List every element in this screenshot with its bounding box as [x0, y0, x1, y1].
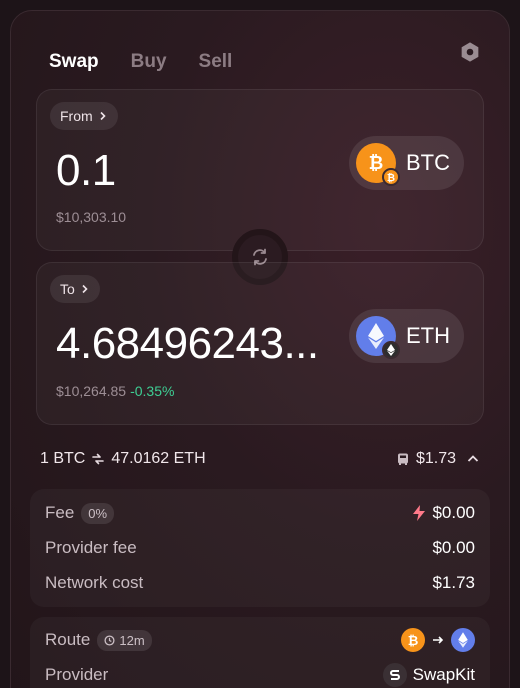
to-fiat-value: $10,264.85 -0.35%: [56, 383, 175, 399]
network-cost-value: $1.73: [432, 573, 475, 592]
provider-fee-value: $0.00: [432, 538, 475, 557]
to-token-symbol: ETH: [406, 323, 450, 348]
provider-name: SwapKit: [412, 665, 475, 684]
chevron-right-icon: [100, 111, 106, 121]
route-details: Route 12m ₿ Provider SwapKit: [30, 617, 490, 688]
from-fiat-value: $10,303.10: [56, 209, 127, 225]
total-fee: $1.73: [415, 450, 456, 467]
rate-left: 1 BTC: [40, 450, 86, 467]
from-token-symbol: BTC: [406, 150, 450, 175]
from-label: From: [60, 108, 93, 124]
from-card: From 0.1 $10,303.10 ₿ ₿ BTC: [36, 89, 484, 251]
price-impact: -0.35%: [130, 383, 175, 399]
svg-text:₿: ₿: [408, 634, 419, 648]
to-amount-output: 4.68496243...: [56, 319, 319, 368]
tab-swap[interactable]: Swap: [49, 51, 99, 73]
fee-row: Fee 0% $0.00: [45, 501, 475, 525]
route-time-badge: 12m: [97, 629, 152, 651]
svg-text:₿: ₿: [369, 153, 384, 174]
chevron-right-icon: [82, 284, 88, 294]
from-token-selector[interactable]: ₿ ₿ BTC: [349, 136, 464, 190]
bitcoin-chain-icon: ₿: [382, 168, 400, 186]
gas-pump-icon: [397, 453, 408, 465]
fee-details: Fee 0% $0.00 Provider fee $0.00 Network …: [30, 489, 490, 607]
from-amount-input[interactable]: 0.1: [56, 146, 116, 196]
exchange-rate-row[interactable]: 1 BTC 47.0162 ETH $1.73: [40, 449, 480, 469]
tab-bar: Swap Buy Sell: [49, 51, 232, 73]
provider-fee-row: Provider fee $0.00: [45, 536, 475, 560]
ethereum-chain-icon: [382, 341, 400, 359]
to-label: To: [60, 281, 75, 297]
tab-sell[interactable]: Sell: [199, 51, 233, 73]
bitcoin-icon: ₿: [401, 628, 425, 652]
tab-buy[interactable]: Buy: [131, 51, 167, 73]
to-token-selector[interactable]: ETH: [349, 309, 464, 363]
fee-badge: 0%: [81, 502, 115, 524]
lightning-icon: [413, 505, 426, 521]
chevron-up-icon[interactable]: [466, 452, 480, 466]
network-cost-label: Network cost: [45, 573, 144, 592]
swapkit-logo-icon: [382, 663, 407, 687]
arrow-right-icon: [433, 636, 444, 644]
exchange-arrows-icon: [92, 453, 105, 465]
provider-label: Provider: [45, 665, 109, 684]
route-label: Route: [45, 630, 91, 649]
clock-icon: [104, 634, 115, 646]
provider-row: Provider SwapKit: [45, 663, 475, 687]
settings-hexagon-icon[interactable]: [459, 41, 481, 63]
route-row: Route 12m ₿: [45, 628, 475, 652]
network-cost-row: Network cost $1.73: [45, 571, 475, 595]
rate-right: 47.0162 ETH: [111, 450, 206, 467]
to-selector[interactable]: To: [50, 275, 100, 303]
from-selector[interactable]: From: [50, 102, 118, 130]
svg-text:₿: ₿: [387, 172, 395, 183]
fee-label: Fee: [45, 503, 75, 522]
ethereum-icon: [451, 628, 475, 652]
provider-fee-label: Provider fee: [45, 538, 137, 557]
fee-value: $0.00: [432, 503, 475, 522]
to-card: To 4.68496243... $10,264.85 -0.35% ETH: [36, 262, 484, 425]
